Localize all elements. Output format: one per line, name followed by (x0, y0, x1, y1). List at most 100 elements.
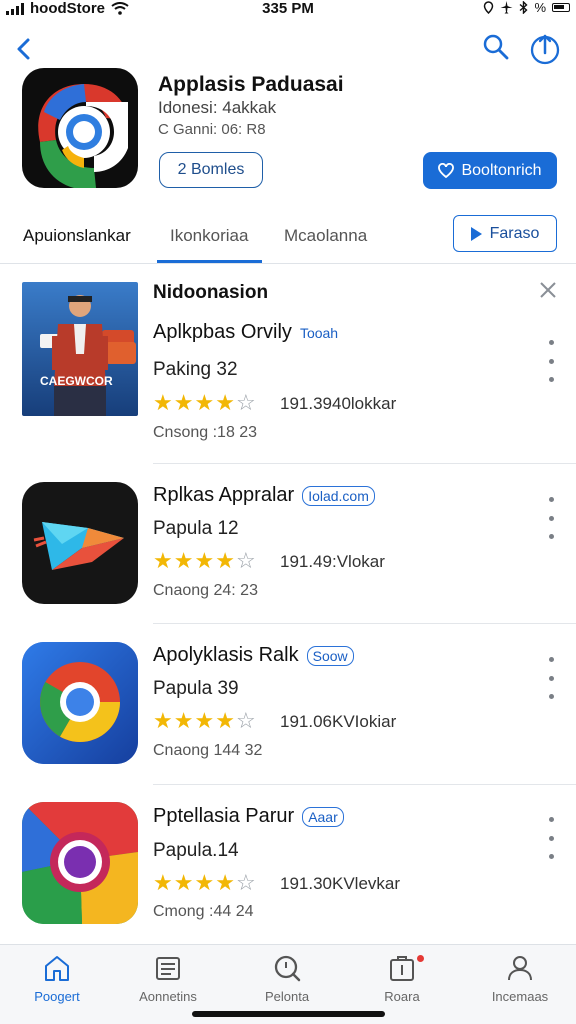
rating-count: 191.06KVIokiar (280, 712, 397, 731)
item-date: Cnsong :18 23 (153, 424, 258, 441)
item-date: Cmong :44 24 (153, 903, 254, 920)
star-icon: ★ (215, 870, 236, 895)
star-icon: ★ (215, 548, 236, 573)
list-item[interactable]: CAEGWCOR Aplkpbas Orvily Tooah Paking 32… (0, 282, 576, 442)
star-rating: ★★★★☆ (153, 390, 257, 416)
tab-underline (157, 260, 262, 263)
item-badge: Iolad.com (302, 485, 375, 506)
item-name-row: Apolyklasis Ralk Soow (153, 644, 354, 667)
star-icon: ★ (153, 548, 174, 573)
star-icon: ★ (153, 870, 174, 895)
item-name: Rplkas Appralar (153, 484, 295, 506)
star-icon: ★ (173, 390, 195, 415)
battery-icon (552, 3, 570, 12)
airplane-icon (500, 1, 513, 14)
star-rating: ★★★★☆ (153, 548, 257, 574)
tab-ikonkoriaa[interactable]: Ikonkoriaa (170, 226, 248, 246)
tab-bar-top: Apuionslankar Ikonkoriaa Mcaolanna Faras… (0, 212, 576, 264)
bottom-tab-search[interactable]: Pelonta (232, 953, 342, 1004)
rating-count: 191.49:Vlokar (280, 552, 385, 571)
list-item[interactable]: Pptellasia Parur Aaar Papula.14 ★★★★☆ 19… (0, 801, 576, 961)
item-badge: Soow (306, 645, 354, 666)
star-rating: ★★★★☆ (153, 870, 257, 896)
more-options-icon[interactable] (546, 340, 556, 382)
item-subtitle: Papula 39 (153, 678, 239, 699)
star-empty-icon: ☆ (235, 870, 257, 895)
divider (153, 463, 576, 464)
bottom-tab-news[interactable]: Aonnetins (113, 953, 223, 1004)
secondary-button[interactable]: 2 Bomles (159, 152, 263, 188)
thumbnail-caption: CAEGWCOR (40, 374, 113, 388)
search-icon (274, 955, 301, 982)
item-name: Pptellasia Parur (153, 805, 295, 827)
more-options-icon[interactable] (546, 817, 556, 859)
list-item[interactable]: Rplkas Appralar Iolad.com Papula 12 ★★★★… (0, 481, 576, 641)
news-icon (156, 957, 180, 980)
bottom-tab-profile[interactable]: Incemaas (465, 953, 575, 1004)
item-thumbnail: CAEGWCOR (22, 282, 138, 416)
bottom-tab-label: Incemaas (491, 989, 549, 1004)
app-header: Applasis Paduasai Idonesi: 4akkak C Gann… (0, 68, 576, 198)
bluetooth-icon (519, 1, 528, 14)
item-subtitle: Paking 32 (153, 359, 238, 380)
search-icon[interactable] (482, 33, 510, 61)
star-rating: ★★★★☆ (153, 708, 257, 734)
trailer-label: Faraso (489, 224, 540, 242)
bottom-tab-home[interactable]: Poogert (2, 953, 112, 1004)
location-icon (484, 1, 494, 14)
notification-dot (417, 955, 424, 962)
item-date: Cnaong 144 32 (153, 742, 263, 759)
share-icon[interactable] (530, 33, 560, 65)
bag-icon-wrap (387, 953, 424, 983)
item-subtitle: Papula.14 (153, 840, 239, 861)
app-title: Applasis Paduasai (158, 73, 344, 96)
item-name-row: Pptellasia Parur Aaar (153, 805, 344, 828)
divider (153, 784, 576, 785)
app-icon (22, 68, 138, 188)
back-chevron-icon[interactable] (10, 32, 40, 66)
app-logo-icon (38, 84, 128, 188)
star-icon: ★ (173, 708, 195, 733)
status-bar: hoodStore 335 PM % (0, 0, 576, 18)
bottom-tab-label: Pelonta (264, 989, 310, 1004)
star-empty-icon: ☆ (235, 708, 257, 733)
star-icon: ★ (194, 548, 216, 573)
star-icon: ★ (194, 390, 216, 415)
tab-mcaolanna[interactable]: Mcaolanna (284, 226, 367, 246)
star-icon: ★ (153, 708, 174, 733)
item-name-row: Rplkas Appralar Iolad.com (153, 484, 375, 507)
item-date: Cnaong 24: 23 (153, 582, 258, 599)
bag-icon (390, 956, 414, 981)
item-name-row: Aplkpbas Orvily Tooah (153, 321, 339, 344)
star-icon: ★ (215, 708, 236, 733)
star-icon: ★ (153, 390, 174, 415)
item-app-icon (22, 642, 138, 764)
star-empty-icon: ☆ (235, 548, 257, 573)
item-app-icon (22, 482, 138, 604)
more-options-icon[interactable] (546, 657, 556, 699)
more-options-icon[interactable] (546, 497, 556, 539)
item-badge: Tooah (299, 324, 339, 341)
rating-count: 191.30KVlevkar (280, 874, 401, 893)
bottom-tab-label: Poogert (34, 989, 80, 1004)
rating-count: 191.3940lokkar (280, 394, 397, 413)
item-name: Apolyklasis Ralk (153, 644, 299, 666)
app-meta: C Ganni: 06: R8 (158, 121, 266, 138)
tab-apuionslankar[interactable]: Apuionslankar (23, 226, 131, 246)
primary-button[interactable]: Booltonrich (423, 152, 557, 189)
home-icon (45, 956, 69, 981)
bottom-tab-label: Aonnetins (139, 989, 197, 1004)
person-icon (508, 956, 532, 981)
item-name: Aplkpbas Orvily (153, 321, 292, 343)
trailer-button[interactable]: Faraso (453, 215, 557, 252)
star-icon: ★ (173, 548, 195, 573)
list-item[interactable]: Apolyklasis Ralk Soow Papula 39 ★★★★☆ 19… (0, 641, 576, 801)
play-icon (470, 226, 482, 241)
item-badge: Aaar (302, 806, 344, 827)
star-icon: ★ (215, 390, 236, 415)
star-icon: ★ (194, 870, 216, 895)
battery-text: % (534, 0, 546, 15)
app-developer: Idonesi: 4akkak (158, 98, 277, 117)
bottom-tab-bag[interactable]: Roara (347, 953, 457, 1004)
item-app-icon (22, 802, 138, 924)
